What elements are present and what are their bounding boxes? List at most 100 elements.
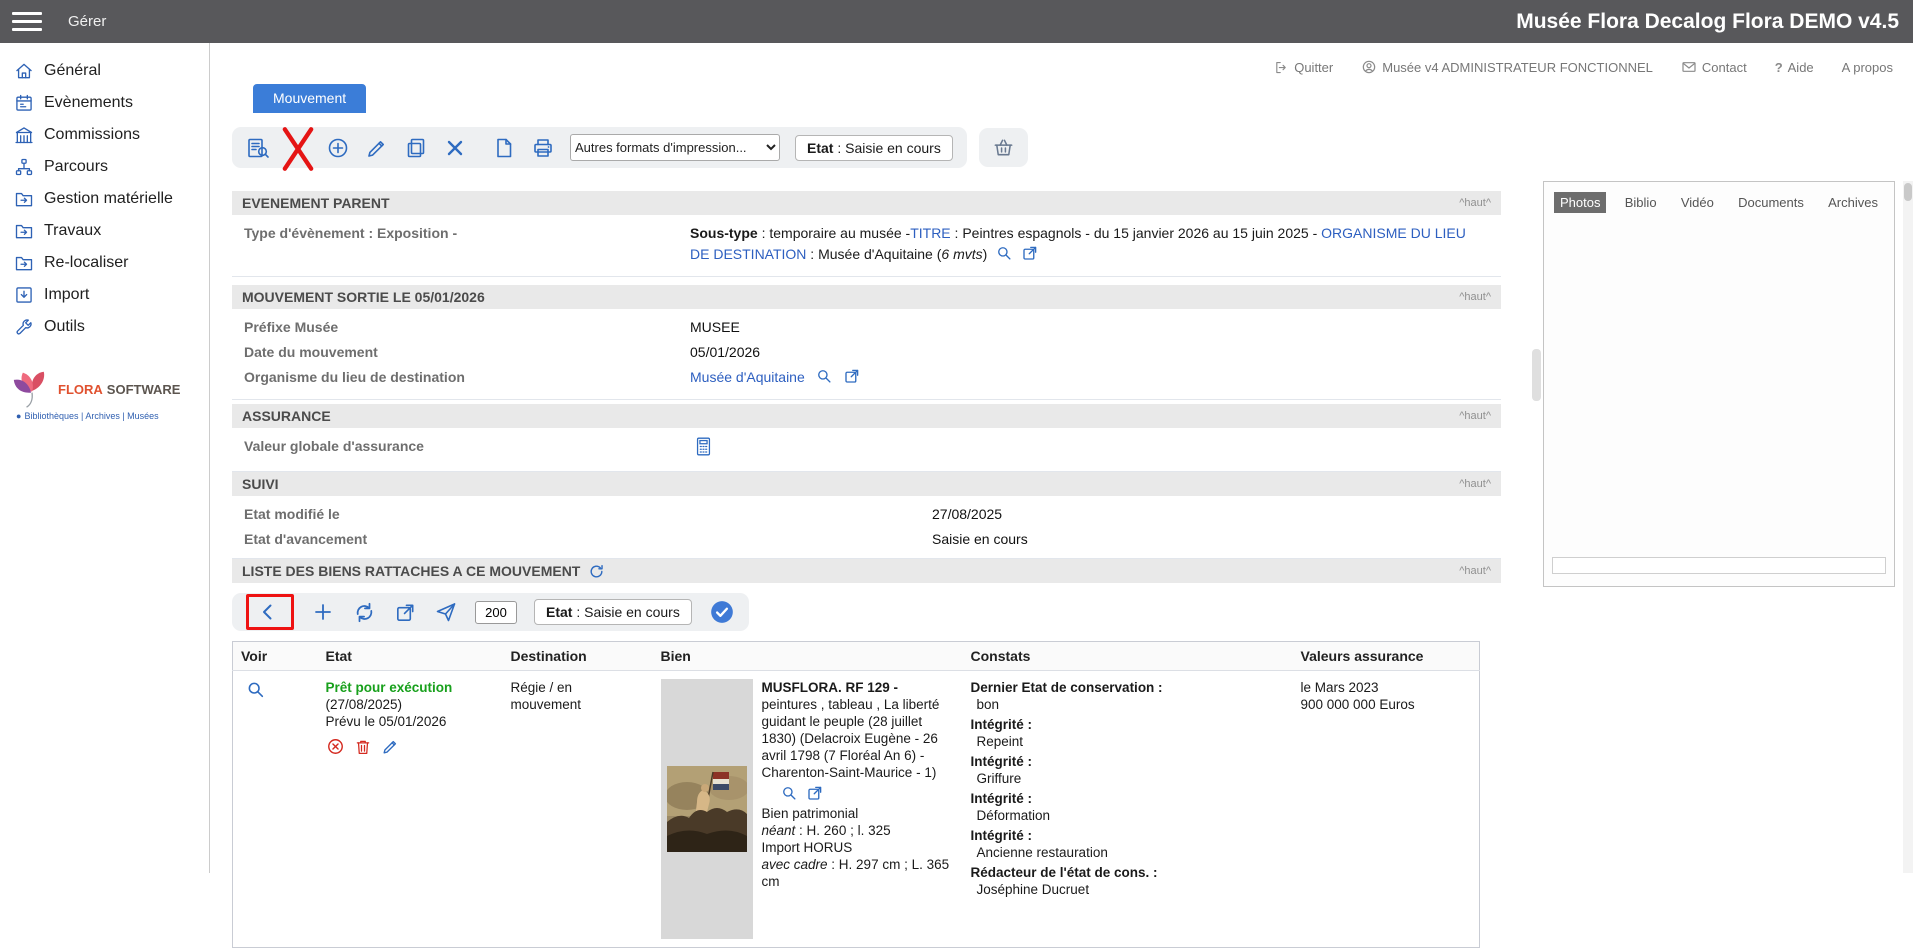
search-icon[interactable]: [815, 367, 833, 391]
sidebar-item-commissions[interactable]: Commissions: [0, 119, 209, 151]
annotation-red-box: [246, 594, 294, 630]
search-icon[interactable]: [995, 244, 1013, 268]
media-panel-tabs: Photos Biblio Vidéo Documents Archives: [1544, 182, 1894, 219]
trash-icon[interactable]: [354, 738, 372, 756]
event-parent-summary: Sous-type : temporaire au musée -TITRE :…: [690, 223, 1480, 268]
refresh-icon[interactable]: [588, 563, 605, 580]
panel-collapse-handle[interactable]: [1532, 349, 1541, 401]
tab-documents[interactable]: Documents: [1732, 192, 1810, 213]
biens-toolbar: Etat : Saisie en cours: [232, 593, 749, 631]
destination-cell: Régie / en mouvement: [503, 671, 653, 948]
biens-state-badge: Etat : Saisie en cours: [534, 599, 692, 625]
col-etat: Etat: [318, 642, 503, 671]
send-icon[interactable]: [434, 600, 458, 624]
print-format-select[interactable]: Autres formats d'impression...: [570, 134, 780, 161]
edit-pencil-icon[interactable]: [381, 737, 400, 756]
flora-brand: FLORASOFTWARE: [58, 382, 180, 397]
valeur-montant: 900 000 000 Euros: [1301, 696, 1472, 713]
recycle-icon[interactable]: [352, 600, 377, 625]
help-link[interactable]: ? Aide: [1775, 60, 1814, 75]
sidebar-item-general[interactable]: Général: [0, 55, 209, 87]
add-bien-icon[interactable]: [311, 600, 335, 624]
col-valeurs: Valeurs assurance: [1293, 642, 1480, 671]
view-search-icon[interactable]: [245, 679, 266, 700]
cancel-circle-icon[interactable]: [326, 737, 345, 756]
scrollbar-track: [1903, 181, 1913, 873]
etat-cell: Prêt pour exécution (27/08/2025) Prévu l…: [318, 671, 503, 948]
manage-menu-label[interactable]: Gérer: [68, 13, 106, 30]
table-header-row: Voir Etat Destination Bien Constats Vale…: [233, 642, 1480, 671]
sidebar-item-relocaliser[interactable]: Re-localiser: [0, 247, 209, 279]
app-title: Musée Flora Decalog Flora DEMO v4.5: [1516, 10, 1899, 34]
sidebar-item-evenements[interactable]: Evènements: [0, 87, 209, 119]
quit-link[interactable]: Quitter: [1274, 60, 1333, 75]
tab-video[interactable]: Vidéo: [1675, 192, 1720, 213]
sidebar-item-gestion-materielle[interactable]: Gestion matérielle: [0, 183, 209, 215]
tab-biblio[interactable]: Biblio: [1619, 192, 1663, 213]
calendar-icon: [14, 93, 34, 113]
anchor-top-link[interactable]: ^haut^: [1459, 565, 1491, 577]
open-record-icon[interactable]: [1021, 244, 1039, 268]
anchor-top-link[interactable]: ^haut^: [1459, 410, 1491, 422]
sidebar-item-label: Général: [44, 62, 101, 80]
open-record-icon[interactable]: [843, 367, 861, 391]
tab-archives[interactable]: Archives: [1822, 192, 1884, 213]
etat-avancement-value: Saisie en cours: [932, 529, 1028, 550]
sidebar-item-label: Evènements: [44, 94, 133, 112]
about-link[interactable]: A propos: [1842, 60, 1893, 75]
edit-pencil-icon[interactable]: [365, 136, 389, 160]
print-icon[interactable]: [531, 136, 555, 160]
sidebar-item-outils[interactable]: Outils: [0, 311, 209, 343]
flora-flower-logo-icon: [12, 369, 52, 409]
event-title-link[interactable]: TITRE: [910, 225, 950, 241]
section-header-liste-biens: LISTE DES BIENS RATTACHES A CE MOUVEMENT…: [232, 559, 1501, 583]
table-row: Prêt pour exécution (27/08/2025) Prévu l…: [233, 671, 1480, 948]
add-icon[interactable]: [326, 136, 350, 160]
document-export-icon[interactable]: [492, 136, 516, 160]
scrollbar-thumb[interactable]: [1904, 183, 1912, 201]
tab-photos[interactable]: Photos: [1554, 192, 1606, 213]
bien-import: Import HORUS: [762, 839, 955, 856]
sidebar-item-import[interactable]: Import: [0, 279, 209, 311]
sidebar-item-label: Outils: [44, 318, 85, 336]
sitemap-icon: [14, 157, 34, 177]
delete-x-icon[interactable]: [443, 136, 467, 160]
building-icon: [14, 125, 34, 145]
hamburger-menu-icon[interactable]: [12, 7, 42, 36]
list-search-icon[interactable]: [246, 136, 270, 160]
calculator-icon[interactable]: [694, 436, 713, 463]
section-header-evenement-parent: EVENEMENT PARENT ^haut^: [232, 191, 1501, 215]
biens-table: Voir Etat Destination Bien Constats Vale…: [232, 641, 1480, 948]
sidebar-item-travaux[interactable]: Travaux: [0, 215, 209, 247]
row-status: Prêt pour exécution: [326, 679, 495, 696]
rows-per-page-input[interactable]: [475, 601, 517, 624]
sidebar-item-parcours[interactable]: Parcours: [0, 151, 209, 183]
section-body-evenement-parent: Type d'évènement : Exposition - Sous-typ…: [232, 215, 1501, 277]
open-list-icon[interactable]: [394, 601, 417, 624]
check-circle-icon[interactable]: [709, 599, 735, 625]
tab-mouvement[interactable]: Mouvement: [253, 84, 366, 113]
anchor-top-link[interactable]: ^haut^: [1459, 478, 1491, 490]
event-type-label: Type d'évènement : Exposition -: [244, 223, 690, 268]
user-account-link[interactable]: Musée v4 ADMINISTRATEUR FONCTIONNEL: [1361, 59, 1653, 75]
prefixe-musee-value: MUSEE: [690, 317, 740, 338]
back-chevron-icon[interactable]: [256, 600, 280, 624]
basket-icon[interactable]: [992, 136, 1015, 159]
anchor-top-link[interactable]: ^haut^: [1459, 197, 1491, 209]
folder-icon: [14, 189, 34, 209]
artwork-thumbnail[interactable]: [661, 679, 753, 939]
copy-icon[interactable]: [404, 136, 428, 160]
contact-link[interactable]: Contact: [1681, 59, 1747, 75]
folder-icon: [14, 253, 34, 273]
user-bar: Quitter Musée v4 ADMINISTRATEUR FONCTION…: [210, 43, 1913, 76]
open-record-icon[interactable]: [806, 784, 824, 802]
sidebar-item-label: Re-localiser: [44, 254, 128, 272]
valeurs-cell: le Mars 2023 900 000 000 Euros: [1293, 671, 1480, 948]
media-panel: Photos Biblio Vidéo Documents Archives: [1543, 181, 1895, 587]
section-body-mouvement: Préfixe Musée MUSEE Date du mouvement 05…: [232, 309, 1501, 400]
organisme-destination-link[interactable]: Musée d'Aquitaine: [690, 367, 805, 388]
import-icon: [14, 285, 34, 305]
anchor-top-link[interactable]: ^haut^: [1459, 291, 1491, 303]
col-voir: Voir: [233, 642, 318, 671]
search-icon[interactable]: [780, 784, 798, 802]
